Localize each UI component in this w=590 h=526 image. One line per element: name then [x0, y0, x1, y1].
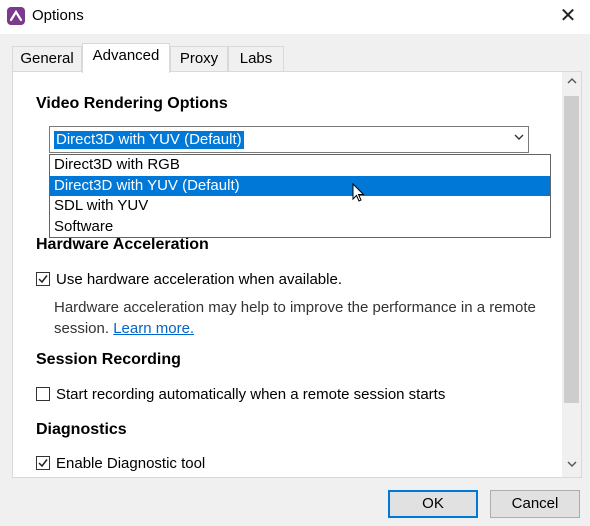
- checkbox-label: Use hardware acceleration when available…: [56, 271, 342, 288]
- video-rendering-select[interactable]: Direct3D with YUV (Default): [49, 126, 529, 153]
- diagnostics-checkbox[interactable]: [36, 456, 50, 470]
- close-icon[interactable]: ✕: [556, 4, 580, 28]
- select-value: Direct3D with YUV (Default): [54, 131, 244, 149]
- tab-advanced[interactable]: Advanced: [82, 43, 170, 73]
- hardware-acceleration-heading: Hardware Acceleration: [36, 236, 209, 253]
- window-title: Options: [32, 7, 84, 24]
- video-rendering-options-list: Direct3D with RGB Direct3D with YUV (Def…: [49, 154, 551, 238]
- hardware-acceleration-checkbox[interactable]: [36, 272, 50, 286]
- mouse-pointer-icon: [352, 182, 365, 207]
- ok-button[interactable]: OK: [388, 490, 478, 518]
- video-rendering-heading: Video Rendering Options: [36, 95, 228, 112]
- session-recording-heading: Session Recording: [36, 351, 181, 368]
- chevron-down-icon[interactable]: [508, 127, 528, 152]
- dropdown-option[interactable]: Direct3D with RGB: [50, 155, 550, 176]
- tab-proxy[interactable]: Proxy: [170, 46, 228, 73]
- cancel-button[interactable]: Cancel: [490, 490, 580, 518]
- diagnostics-heading: Diagnostics: [36, 421, 127, 438]
- scroll-down-icon[interactable]: [562, 457, 581, 475]
- learn-more-link[interactable]: Learn more.: [113, 320, 194, 337]
- tab-labs[interactable]: Labs: [228, 46, 284, 73]
- hardware-acceleration-description: Hardware acceleration may help to improv…: [54, 297, 544, 339]
- checkbox-label: Start recording automatically when a rem…: [56, 386, 446, 403]
- tab-general[interactable]: General: [12, 46, 82, 73]
- dropdown-option[interactable]: Software: [50, 217, 550, 238]
- session-recording-checkbox[interactable]: [36, 387, 50, 401]
- checkbox-label: Enable Diagnostic tool: [56, 455, 206, 472]
- dropdown-option[interactable]: Direct3D with YUV (Default): [50, 175, 550, 196]
- scrollbar-thumb[interactable]: [564, 96, 579, 403]
- scroll-up-icon[interactable]: [562, 74, 581, 92]
- dropdown-option[interactable]: SDL with YUV: [50, 196, 550, 217]
- title-bar: Options ✕: [0, 0, 590, 34]
- vertical-scrollbar[interactable]: [562, 72, 581, 477]
- advanced-panel: Video Rendering Options Direct3D with YU…: [12, 71, 582, 478]
- remote-app-logo-icon: [7, 7, 25, 25]
